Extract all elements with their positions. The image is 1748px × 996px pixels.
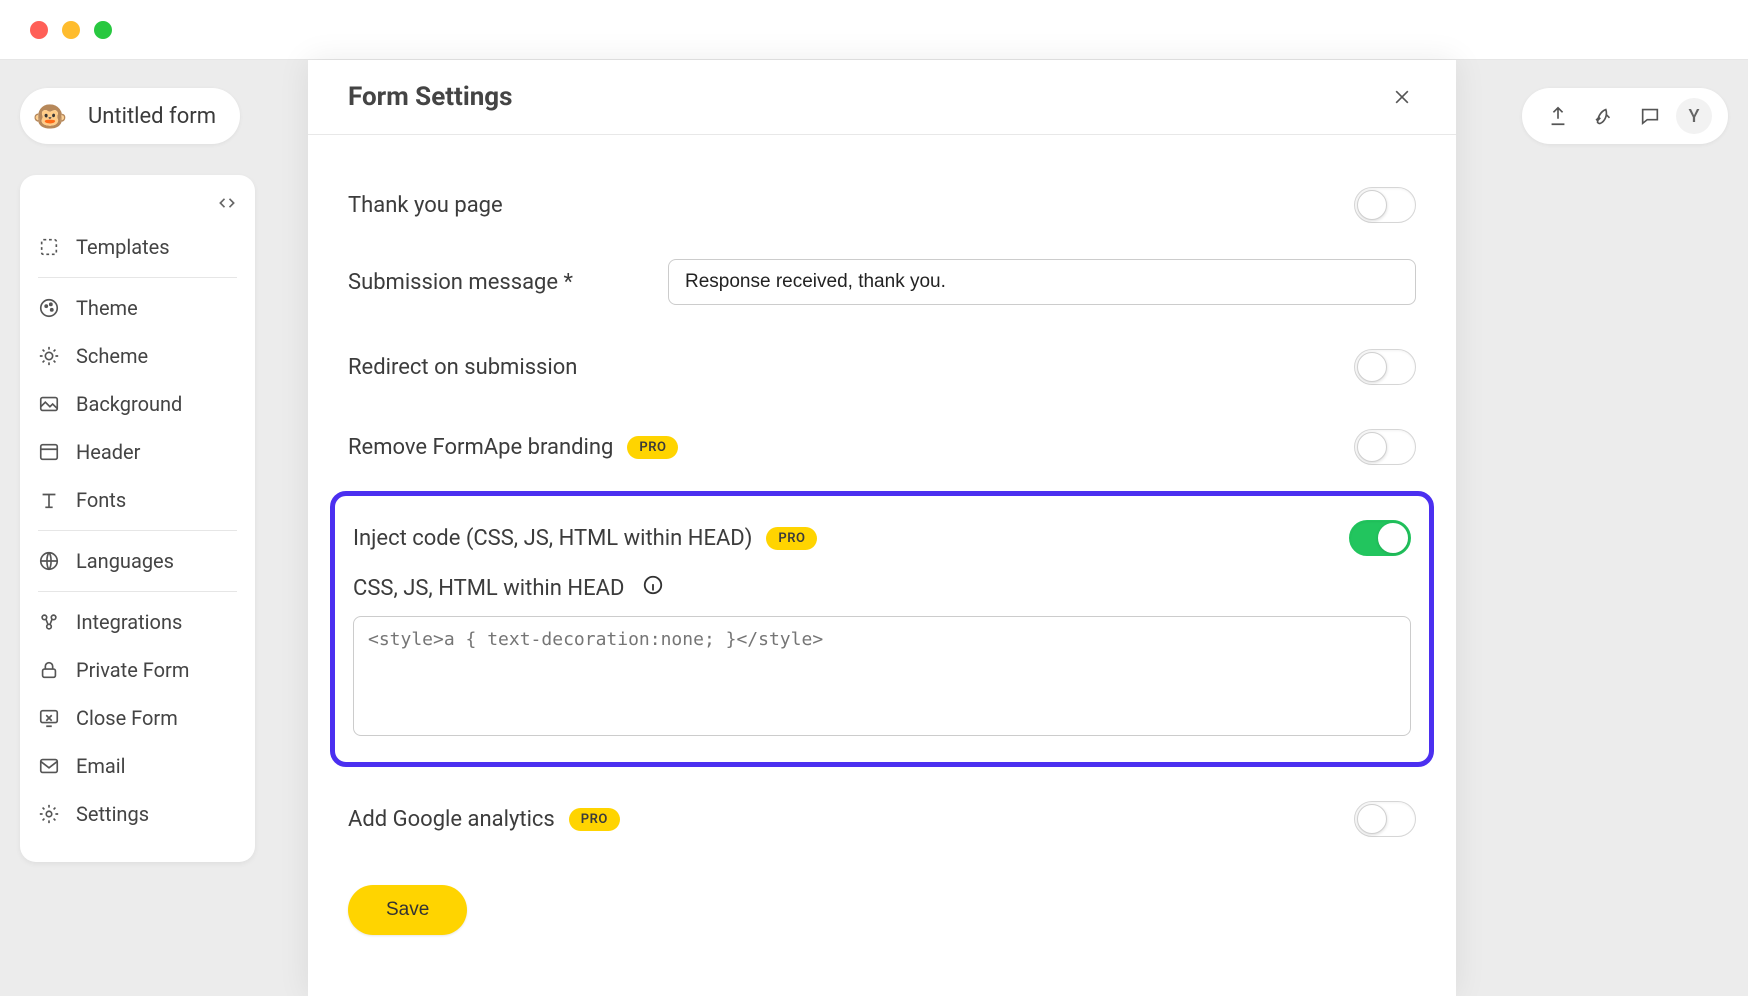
inject-code-textarea[interactable]: [353, 616, 1411, 736]
form-title[interactable]: Untitled form: [88, 104, 216, 129]
thank-you-toggle[interactable]: [1354, 187, 1416, 223]
analytics-label: Add Google analytics PRO: [348, 807, 620, 832]
sidebar-item-theme[interactable]: Theme: [20, 284, 255, 332]
thank-you-label: Thank you page: [348, 193, 503, 218]
sidebar-item-background[interactable]: Background: [20, 380, 255, 428]
setting-submission-message: Submission message *: [348, 245, 1416, 327]
palette-icon: [38, 297, 60, 319]
pro-badge: PRO: [627, 436, 678, 459]
sidebar: Templates Theme Scheme Background Header…: [20, 175, 255, 862]
window-close-button[interactable]: [30, 21, 48, 39]
sidebar-item-label: Background: [76, 392, 182, 416]
sidebar-item-settings[interactable]: Settings: [20, 790, 255, 838]
sun-icon: [38, 345, 60, 367]
save-button[interactable]: Save: [348, 885, 467, 935]
submission-message-label: Submission message *: [348, 270, 628, 295]
chat-icon[interactable]: [1630, 96, 1670, 136]
setting-inject-code: Inject code (CSS, JS, HTML within HEAD) …: [353, 510, 1411, 562]
mail-icon: [38, 755, 60, 777]
inject-code-text: Inject code (CSS, JS, HTML within HEAD): [353, 526, 752, 551]
setting-remove-branding: Remove FormApe branding PRO: [348, 407, 1416, 487]
sidebar-item-integrations[interactable]: Integrations: [20, 598, 255, 646]
sidebar-divider: [38, 277, 237, 278]
sidebar-item-templates[interactable]: Templates: [20, 223, 255, 271]
sidebar-item-label: Settings: [76, 802, 149, 826]
inject-code-toggle[interactable]: [1349, 520, 1411, 556]
redirect-label: Redirect on submission: [348, 355, 577, 380]
pro-badge: PRO: [569, 808, 620, 831]
templates-icon: [38, 236, 60, 258]
setting-thank-you: Thank you page: [348, 165, 1416, 245]
sidebar-item-label: Integrations: [76, 610, 182, 634]
close-icon[interactable]: [1388, 83, 1416, 111]
form-settings-modal: Form Settings Thank you page Submission …: [308, 60, 1456, 996]
pro-badge: PRO: [766, 527, 817, 550]
top-bar-left: 🐵 Untitled form: [20, 88, 240, 144]
modal-body: Thank you page Submission message * Redi…: [308, 135, 1456, 995]
sidebar-item-label: Scheme: [76, 344, 148, 368]
lock-icon: [38, 659, 60, 681]
sidebar-item-email[interactable]: Email: [20, 742, 255, 790]
setting-google-analytics: Add Google analytics PRO: [348, 779, 1416, 859]
gear-icon: [38, 803, 60, 825]
sidebar-item-scheme[interactable]: Scheme: [20, 332, 255, 380]
type-icon: [38, 489, 60, 511]
code-field-label: CSS, JS, HTML within HEAD: [353, 574, 1411, 602]
sidebar-item-label: Theme: [76, 296, 138, 320]
analytics-text: Add Google analytics: [348, 807, 555, 832]
info-icon[interactable]: [642, 574, 664, 602]
analytics-toggle[interactable]: [1354, 801, 1416, 837]
share-icon[interactable]: [1538, 96, 1578, 136]
modal-header: Form Settings: [308, 60, 1456, 135]
remove-branding-text: Remove FormApe branding: [348, 435, 613, 460]
sidebar-divider: [38, 530, 237, 531]
sidebar-item-label: Private Form: [76, 658, 189, 682]
sidebar-item-label: Templates: [76, 235, 170, 259]
code-field-text: CSS, JS, HTML within HEAD: [353, 576, 624, 601]
remove-branding-toggle[interactable]: [1354, 429, 1416, 465]
sidebar-item-label: Languages: [76, 549, 174, 573]
rocket-icon[interactable]: [1584, 96, 1624, 136]
window-minimize-button[interactable]: [62, 21, 80, 39]
app-logo-icon: 🐵: [32, 98, 68, 134]
sidebar-item-private-form[interactable]: Private Form: [20, 646, 255, 694]
sidebar-item-label: Fonts: [76, 488, 126, 512]
integrations-icon: [38, 611, 60, 633]
user-avatar[interactable]: Y: [1676, 98, 1712, 134]
header-icon: [38, 441, 60, 463]
app-body: 🐵 Untitled form Y Templates: [0, 60, 1748, 996]
top-bar-right: Y: [1522, 88, 1728, 144]
setting-redirect: Redirect on submission: [348, 327, 1416, 407]
modal-title: Form Settings: [348, 82, 513, 112]
remove-branding-label: Remove FormApe branding PRO: [348, 435, 678, 460]
window-maximize-button[interactable]: [94, 21, 112, 39]
inject-code-label: Inject code (CSS, JS, HTML within HEAD) …: [353, 526, 817, 551]
submission-message-input[interactable]: [668, 259, 1416, 305]
sidebar-item-fonts[interactable]: Fonts: [20, 476, 255, 524]
inject-code-highlight: Inject code (CSS, JS, HTML within HEAD) …: [330, 491, 1434, 767]
sidebar-item-header[interactable]: Header: [20, 428, 255, 476]
sidebar-item-label: Header: [76, 440, 140, 464]
sidebar-item-languages[interactable]: Languages: [20, 537, 255, 585]
sidebar-divider: [38, 591, 237, 592]
image-icon: [38, 393, 60, 415]
window-titlebar: [0, 0, 1748, 60]
sidebar-item-close-form[interactable]: Close Form: [20, 694, 255, 742]
code-toggle-icon[interactable]: [20, 189, 255, 223]
monitor-x-icon: [38, 707, 60, 729]
redirect-toggle[interactable]: [1354, 349, 1416, 385]
sidebar-item-label: Close Form: [76, 706, 178, 730]
sidebar-item-label: Email: [76, 754, 126, 778]
globe-icon: [38, 550, 60, 572]
